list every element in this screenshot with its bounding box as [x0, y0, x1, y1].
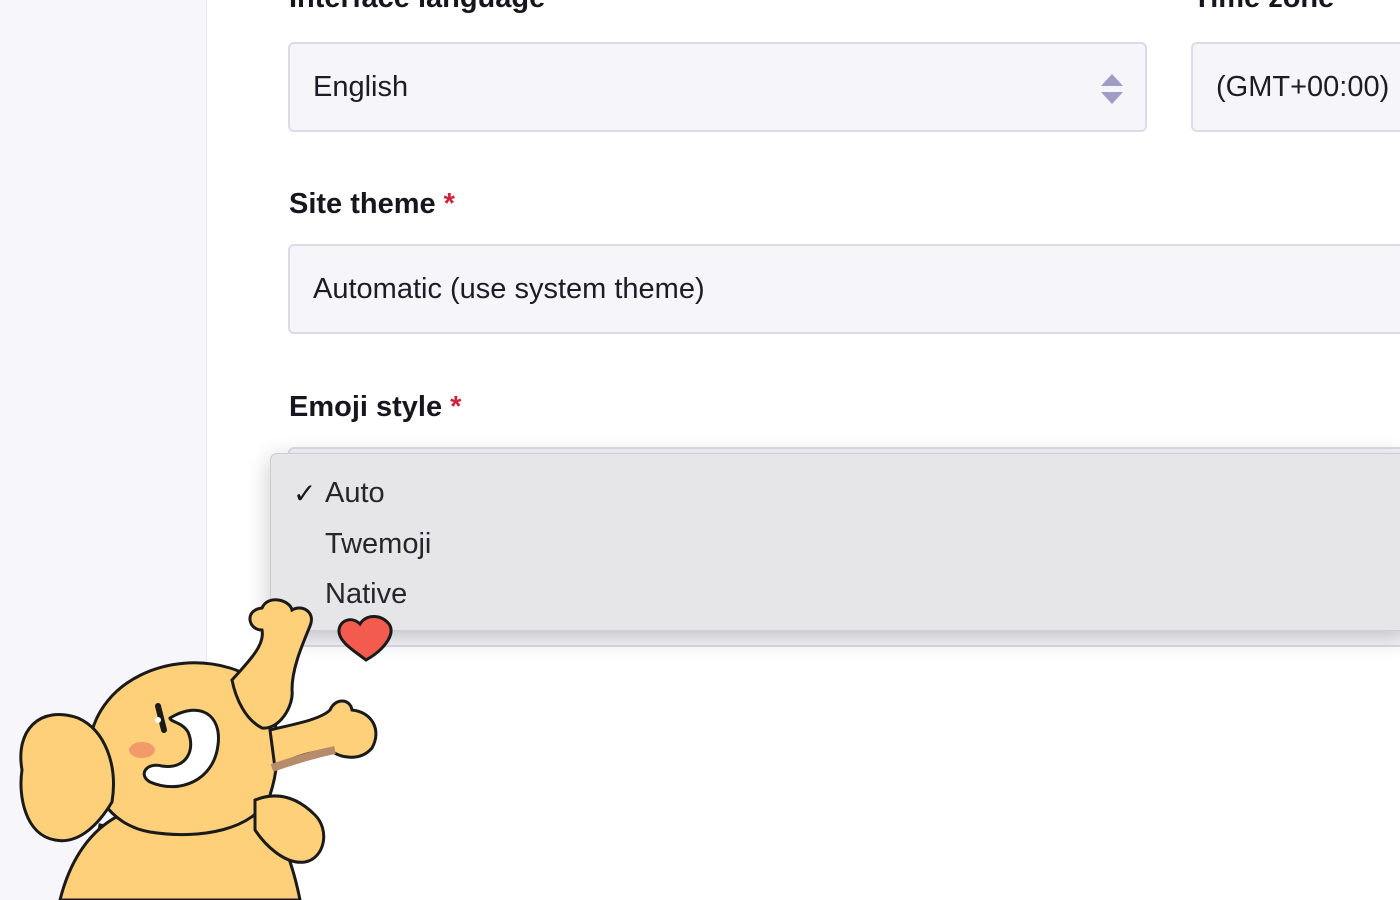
heart-icon [337, 615, 393, 662]
emoji-style-dropdown: ✓ Auto Twemoji Native [270, 453, 1400, 631]
mastodon-mascot-icon [19, 598, 393, 900]
option-twemoji[interactable]: Twemoji [325, 528, 431, 561]
preferences-page: Interface language English Time zone (GM… [0, 0, 1400, 900]
option-auto[interactable]: Auto [325, 477, 385, 510]
interface-language-value: English [313, 70, 409, 103]
emoji-style-label: Emoji style * [289, 391, 462, 423]
required-mark: * [443, 188, 455, 220]
site-theme-label: Site theme * [289, 188, 455, 220]
site-theme-value: Automatic (use system theme) [313, 272, 705, 305]
required-mark: * [450, 391, 462, 423]
up-down-chevron-icon [1101, 74, 1123, 104]
interface-language-select[interactable]: English [288, 42, 1147, 132]
time-zone-value: (GMT+00:00) [1216, 70, 1390, 103]
interface-language-label: Interface language [289, 0, 545, 15]
time-zone-select[interactable]: (GMT+00:00) [1191, 42, 1400, 132]
checkmark-icon: ✓ [293, 478, 317, 509]
site-theme-select[interactable]: Automatic (use system theme) [288, 244, 1400, 334]
time-zone-label: Time zone [1193, 0, 1334, 15]
